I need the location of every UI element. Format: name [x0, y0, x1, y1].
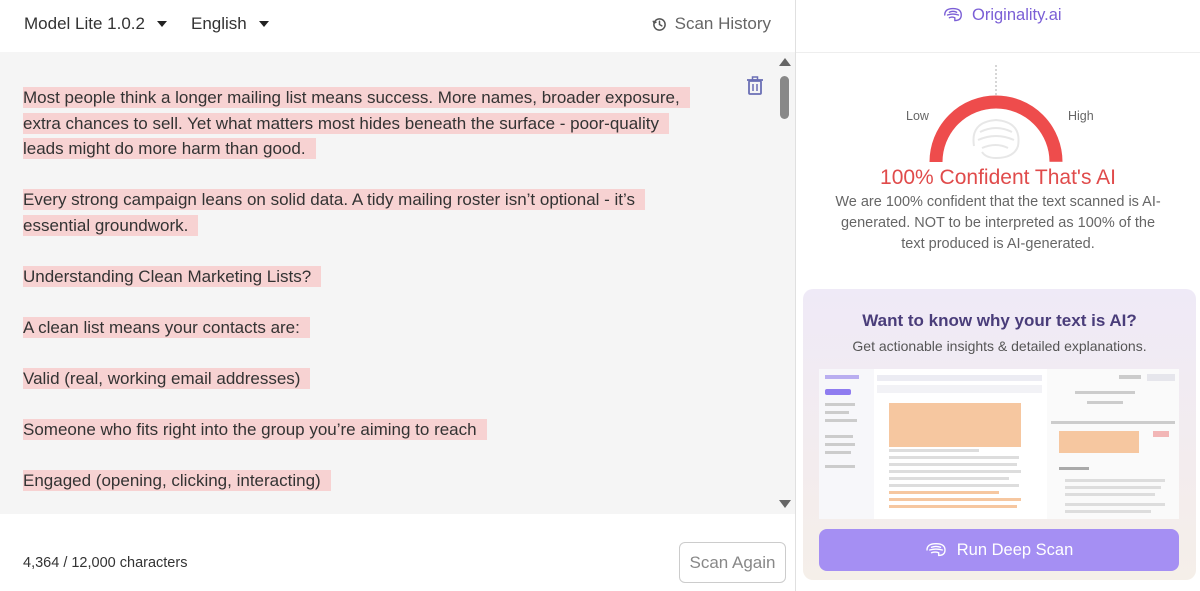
model-dropdown[interactable]: Model Lite 1.0.2	[24, 14, 167, 34]
ai-highlight: Most people think a longer mailing list …	[23, 87, 690, 159]
verdict-title: 100% Confident That's AI	[880, 166, 1116, 189]
results-pane: Originality.ai Low High 100% Confident T…	[796, 0, 1200, 591]
scan-history-button[interactable]: Scan History	[651, 14, 771, 34]
trash-icon[interactable]	[746, 76, 764, 96]
chevron-down-icon	[258, 21, 269, 27]
scan-again-button[interactable]: Scan Again	[679, 542, 786, 583]
scrollbar[interactable]	[776, 52, 794, 514]
brand-logo[interactable]: Originality.ai	[942, 4, 1062, 26]
text-paragraph: Someone who fits right into the group yo…	[23, 417, 703, 443]
gauge-fill-arc	[929, 95, 1063, 163]
promo-subtitle: Get actionable insights & detailed expla…	[852, 338, 1147, 354]
text-paragraph: Valid (real, working email addresses)	[23, 366, 703, 392]
ai-highlight: Valid (real, working email addresses)	[23, 367, 311, 389]
promo-title: Want to know why your text is AI?	[862, 311, 1137, 330]
chevron-down-icon	[156, 21, 167, 27]
text-paragraph: Every strong campaign leans on solid dat…	[23, 187, 703, 238]
character-count: 4,364 / 12,000 characters	[23, 555, 188, 571]
ai-highlight: Engaged (opening, clicking, interacting)	[23, 469, 331, 491]
run-deep-scan-label: Run Deep Scan	[956, 540, 1074, 559]
ai-highlight: A clean list means your contacts are:	[23, 316, 310, 338]
scroll-down-arrow-icon[interactable]	[779, 500, 791, 508]
scrollbar-thumb[interactable]	[780, 76, 789, 119]
scroll-up-arrow-icon[interactable]	[779, 58, 791, 66]
run-deep-scan-button[interactable]: Run Deep Scan	[819, 529, 1179, 571]
language-dropdown-label: English	[191, 14, 247, 33]
gauge-low-label: Low	[906, 109, 929, 123]
ai-highlight: Every strong campaign leans on solid dat…	[23, 189, 645, 236]
verdict-explanation: We are 100% confident that the text scan…	[835, 194, 1161, 252]
scanned-text[interactable]: Most people think a longer mailing list …	[23, 85, 703, 514]
text-paragraph: Engaged (opening, clicking, interacting)	[23, 468, 703, 494]
brand-name: Originality.ai	[972, 5, 1062, 24]
deep-scan-promo: Want to know why your text is AI? Get ac…	[803, 289, 1196, 580]
ai-highlight: Understanding Clean Marketing Lists?	[23, 265, 322, 287]
editor-pane: Model Lite 1.0.2 English Scan History Mo…	[0, 0, 795, 591]
ai-highlight: Someone who fits right into the group yo…	[23, 418, 487, 440]
text-paragraph: Understanding Clean Marketing Lists?	[23, 264, 703, 290]
deep-scan-preview-image	[819, 369, 1179, 519]
brain-icon	[926, 543, 946, 557]
scan-history-label: Scan History	[674, 14, 771, 33]
text-paragraph: Most people think a longer mailing list …	[23, 85, 703, 162]
bottom-bar: 4,364 / 12,000 characters	[0, 514, 795, 591]
top-toolbar: Model Lite 1.0.2 English Scan History	[0, 0, 795, 50]
brain-icon	[944, 7, 962, 22]
text-input-area[interactable]: Most people think a longer mailing list …	[0, 52, 795, 514]
history-icon	[651, 17, 666, 31]
app-window: Model Lite 1.0.2 English Scan History Mo…	[0, 0, 1200, 591]
brain-watermark-icon	[972, 118, 1020, 160]
gauge-high-label: High	[1068, 109, 1094, 123]
text-paragraph: A clean list means your contacts are:	[23, 315, 703, 341]
language-dropdown[interactable]: English	[191, 14, 269, 34]
header-divider	[796, 52, 1200, 53]
model-dropdown-label: Model Lite 1.0.2	[24, 14, 145, 33]
